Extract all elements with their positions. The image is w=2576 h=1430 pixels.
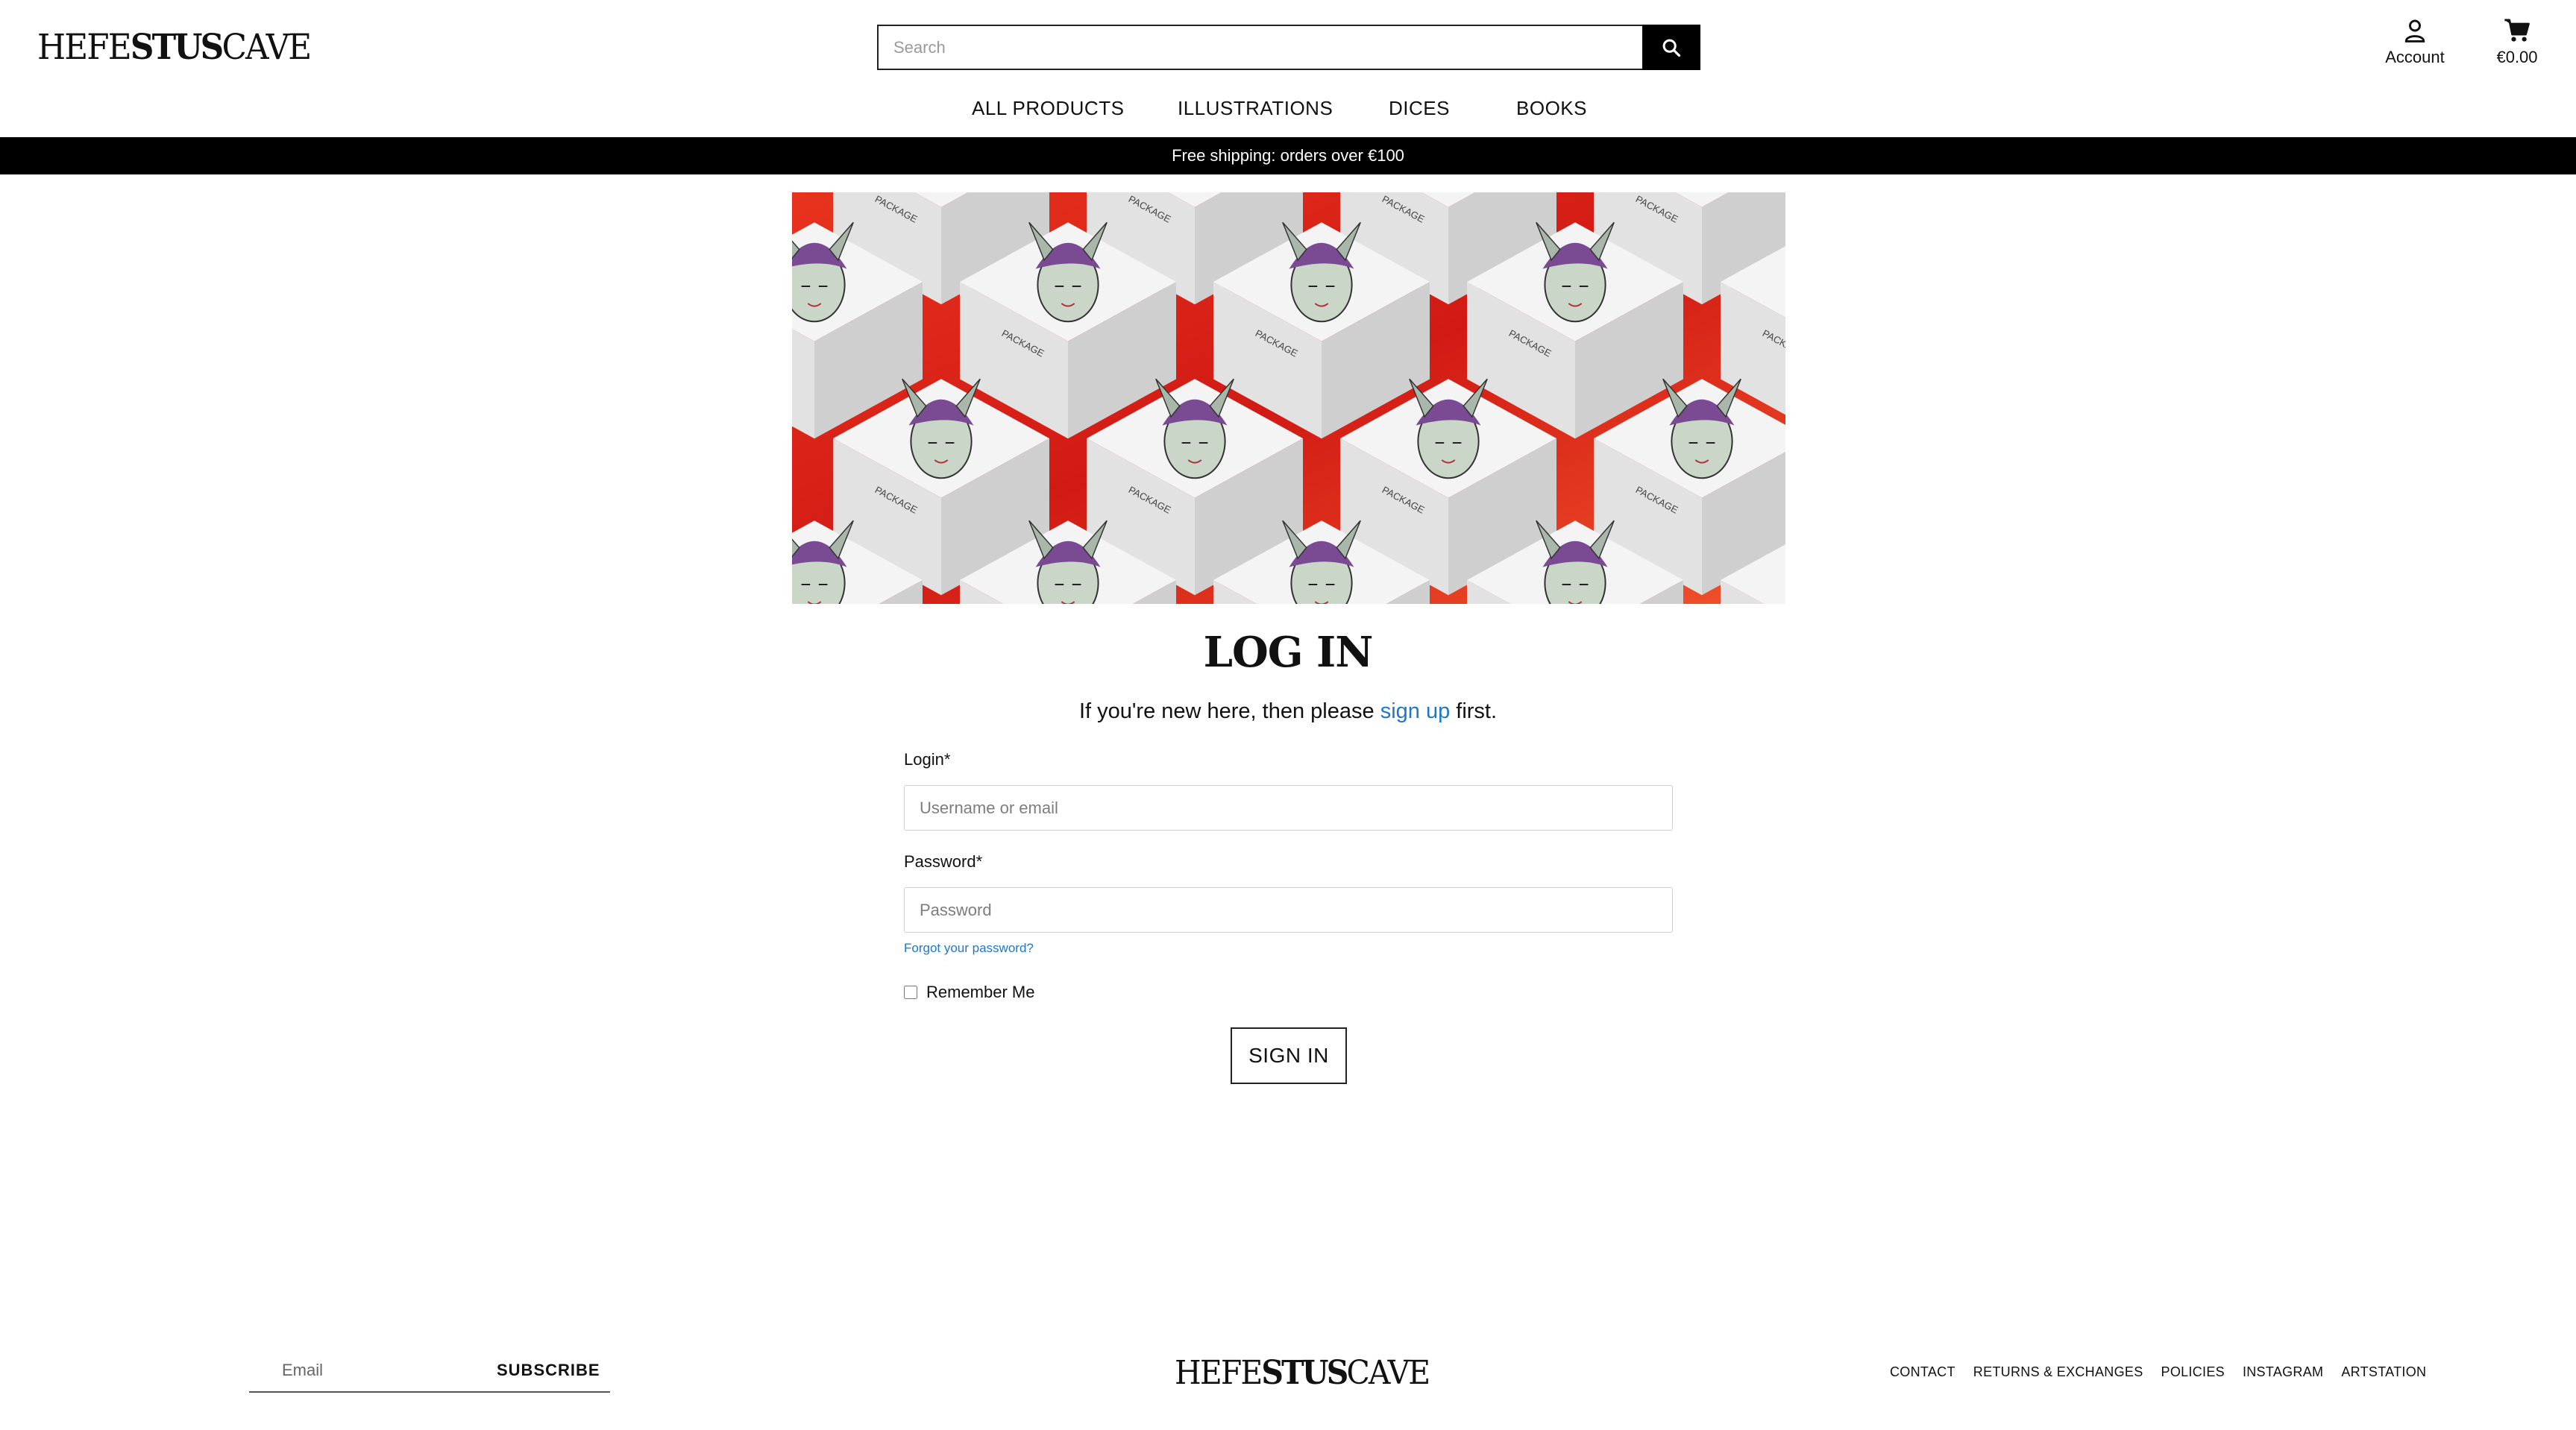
nav-item-dices[interactable]: DICES: [1389, 97, 1450, 120]
footer-logo[interactable]: HEFESTUSCAVE: [1175, 1354, 1430, 1392]
packaging-boxes-illustration: PACKAGE PACKAGE PACKAGE PACKAGEPACKAGE PACKA…: [792, 192, 1785, 604]
signup-prompt: If you're new here, then please sign up …: [0, 699, 2576, 724]
footer-link-policies[interactable]: POLICIES: [2161, 1364, 2225, 1380]
nav-item-books[interactable]: BOOKS: [1516, 97, 1587, 120]
cart-icon: [2504, 19, 2530, 42]
logo-text: STUS: [1261, 1354, 1348, 1392]
search-button[interactable]: [1642, 25, 1700, 70]
logo-text: HEFE: [1175, 1354, 1263, 1392]
forgot-password-link[interactable]: Forgot your password?: [904, 941, 1034, 956]
signup-link[interactable]: sign up: [1380, 699, 1451, 723]
newsletter-email-input[interactable]: [249, 1361, 497, 1380]
remember-me: Remember Me: [904, 983, 1034, 1002]
newsletter-form: SUBSCRIBE: [249, 1349, 610, 1393]
search-bar: [877, 25, 1700, 70]
hero-image: PACKAGE PACKAGE PACKAGE PACKAGE PACKAGE PACKA…: [792, 192, 1785, 604]
intro-text: first.: [1450, 699, 1498, 723]
search-input[interactable]: [877, 25, 1642, 70]
footer-link-instagram[interactable]: INSTAGRAM: [2243, 1364, 2323, 1380]
remember-me-checkbox[interactable]: [904, 986, 917, 999]
account-link[interactable]: Account: [2379, 18, 2451, 67]
subscribe-button[interactable]: SUBSCRIBE: [497, 1361, 615, 1380]
login-input[interactable]: [904, 785, 1673, 831]
nav-item-all-products[interactable]: ALL PRODUCTS: [972, 97, 1124, 120]
account-icon: [2404, 19, 2425, 42]
sign-in-button[interactable]: SIGN IN: [1231, 1027, 1347, 1084]
logo-text: CAVE: [222, 27, 312, 68]
footer-link-contact[interactable]: CONTACT: [1890, 1364, 1955, 1380]
nav-item-illustrations[interactable]: ILLUSTRATIONS: [1178, 97, 1333, 120]
password-label: Password*: [904, 852, 983, 871]
footer-link-returns[interactable]: RETURNS & EXCHANGES: [1973, 1364, 2143, 1380]
intro-text: If you're new here, then please: [1078, 699, 1380, 723]
search-icon: [1662, 39, 1681, 57]
logo-text: CAVE: [1346, 1354, 1430, 1392]
password-input[interactable]: [904, 887, 1673, 933]
logo-text: STUS: [130, 27, 224, 68]
cart-total: €0.00: [2496, 48, 2538, 66]
footer-link-artstation[interactable]: ARTSTATION: [2341, 1364, 2426, 1380]
promo-text: Free shipping: orders over €100: [1172, 146, 1404, 165]
promo-banner: Free shipping: orders over €100: [0, 137, 2576, 174]
footer-links: CONTACT RETURNS & EXCHANGES POLICIES INS…: [1890, 1364, 2426, 1380]
logo-text: HEFE: [37, 27, 132, 68]
site-logo[interactable]: HEFESTUSCAVE: [37, 27, 312, 68]
remember-me-label: Remember Me: [926, 983, 1035, 1001]
page-title: LOG IN: [1203, 628, 1374, 677]
account-label: Account: [2385, 48, 2445, 66]
cart-link[interactable]: €0.00: [2487, 18, 2547, 67]
login-label: Login*: [904, 750, 951, 769]
